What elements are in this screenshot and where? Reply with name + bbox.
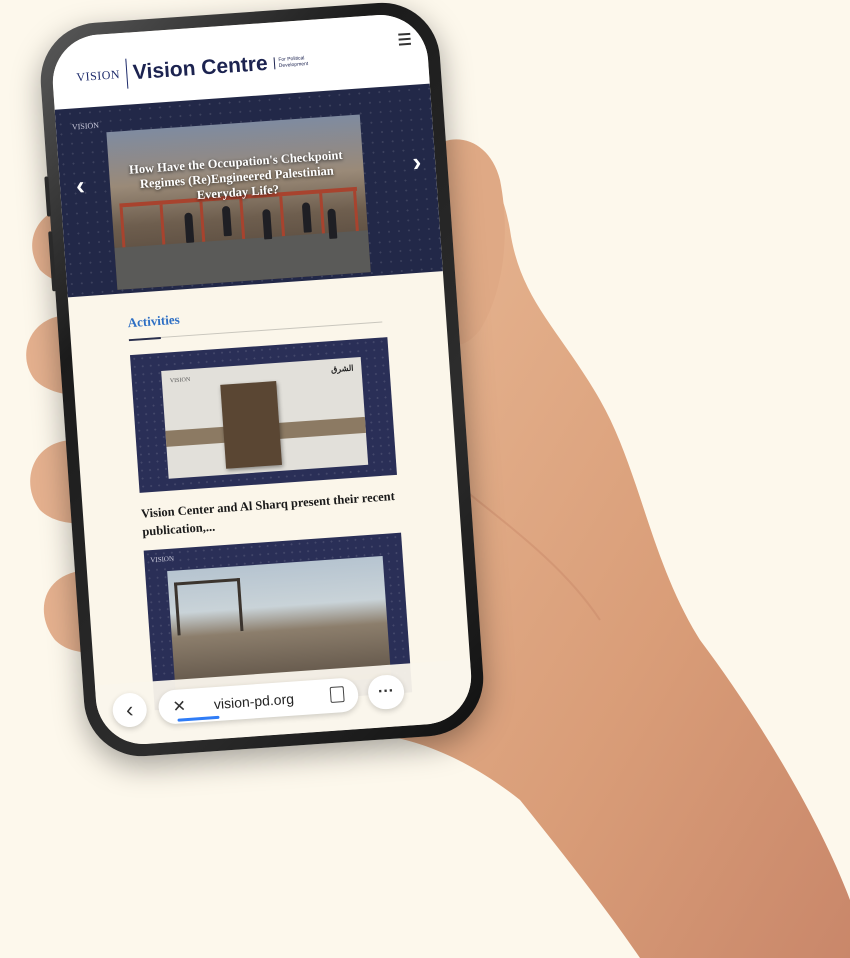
activities-heading: Activities (127, 311, 181, 331)
photo-ruin-structure (173, 578, 244, 636)
slide-logo: VISION (169, 377, 191, 385)
address-bar[interactable]: ✕ vision-pd.org (157, 677, 360, 725)
reader-mode-icon[interactable] (329, 686, 345, 703)
site-logo[interactable]: VISION (76, 67, 121, 85)
phone-screen: VISION Vision Centre For Political Devel… (49, 11, 475, 748)
back-icon: ‹ (125, 696, 135, 723)
site-tagline: For Political Development (273, 54, 319, 70)
more-button[interactable]: ··· (366, 673, 406, 711)
hero-logo: VISION (71, 120, 100, 132)
carousel-prev-arrow[interactable]: ‹ (75, 170, 86, 202)
carousel-next-arrow[interactable]: › (411, 146, 422, 178)
menu-icon[interactable] (398, 32, 412, 49)
url-text[interactable]: vision-pd.org (213, 691, 294, 713)
close-icon[interactable]: ✕ (172, 696, 187, 717)
hero-image[interactable]: How Have the Occupation's Checkpoint Reg… (106, 114, 371, 290)
phone: VISION Vision Centre For Political Devel… (36, 0, 488, 761)
book-cover (220, 381, 282, 469)
logo-divider (124, 58, 129, 89)
slide-partner-logo: الشرق (330, 363, 354, 375)
page-load-progress (177, 715, 220, 722)
site-title[interactable]: Vision Centre (132, 52, 268, 85)
activity-card-image[interactable]: VISION الشرق (129, 337, 397, 493)
more-icon: ··· (377, 682, 395, 701)
hero-carousel[interactable]: VISION How Have the Occupation's Checkpo… (54, 83, 443, 298)
back-button[interactable]: ‹ (111, 691, 148, 729)
slide-logo: VISION (150, 554, 175, 565)
publication-slide: VISION الشرق (161, 357, 369, 479)
activity-card-title[interactable]: Vision Center and Al Sharq present their… (140, 487, 400, 541)
